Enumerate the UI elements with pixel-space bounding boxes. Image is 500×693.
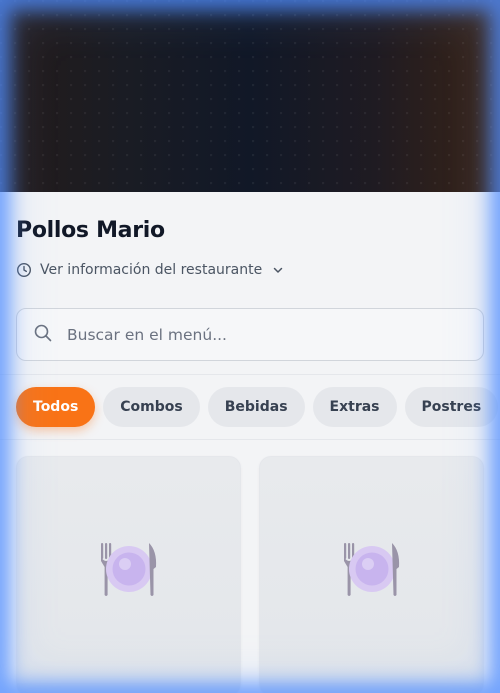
restaurant-info-toggle[interactable]: Ver información del restaurante xyxy=(16,260,284,280)
menu-item-card[interactable] xyxy=(16,456,241,693)
menu-item-image-placeholder xyxy=(260,457,483,685)
divider xyxy=(0,439,500,440)
menu-item-footer xyxy=(17,683,240,693)
menu-item-footer xyxy=(260,683,483,693)
menu-item-image-placeholder xyxy=(17,457,240,685)
category-chip-extras[interactable]: Extras xyxy=(312,387,397,427)
category-filter-bar: Todos Combos Bebidas Extras Postres xyxy=(16,387,499,427)
plate-with-cutlery-icon xyxy=(341,541,403,601)
menu-search-box[interactable] xyxy=(16,308,484,361)
search-input[interactable] xyxy=(67,325,447,344)
chevron-down-icon xyxy=(272,264,284,276)
plate-with-cutlery-icon xyxy=(98,541,160,601)
category-chip-postres[interactable]: Postres xyxy=(404,387,499,427)
hero-banner xyxy=(0,0,500,192)
category-chip-todos[interactable]: Todos xyxy=(16,387,96,427)
menu-item-card[interactable] xyxy=(259,456,484,693)
category-chip-bebidas[interactable]: Bebidas xyxy=(207,387,305,427)
restaurant-title: Pollos Mario xyxy=(16,218,165,243)
clock-icon xyxy=(16,262,32,278)
search-icon xyxy=(33,323,53,347)
category-chip-combos[interactable]: Combos xyxy=(103,387,200,427)
divider xyxy=(0,374,500,375)
restaurant-info-label: Ver información del restaurante xyxy=(40,262,263,278)
